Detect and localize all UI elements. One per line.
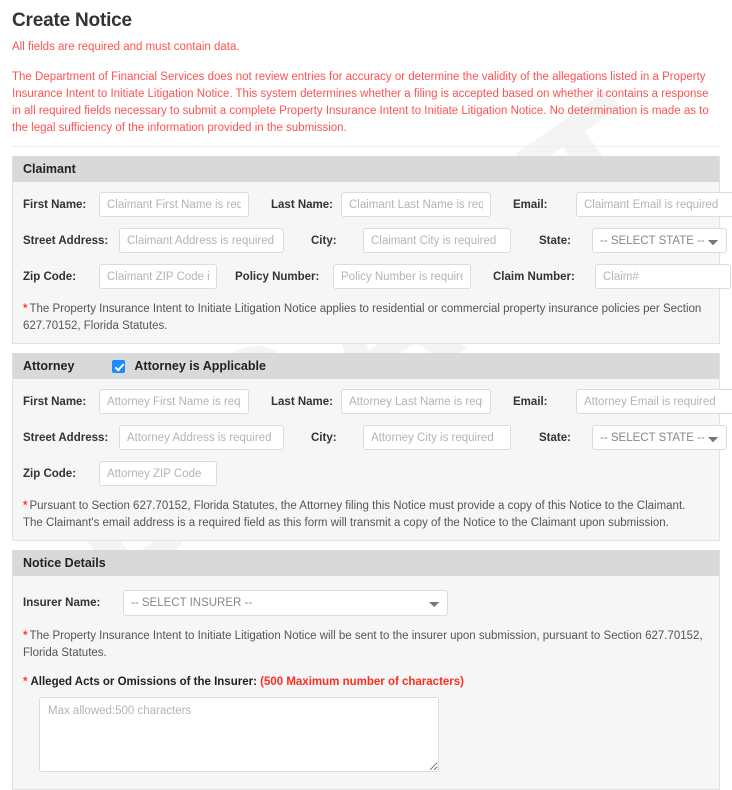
attorney-state-label: State: (539, 431, 571, 444)
attorney-row-3: Zip Code: (23, 461, 709, 486)
notice-details-panel-header: Notice Details (13, 550, 719, 576)
attorney-applicable-group: Attorney is Applicable (112, 359, 266, 373)
attorney-email-input[interactable] (576, 389, 732, 414)
claimant-panel-header: Claimant (13, 156, 719, 182)
claimant-panel-body: First Name: Last Name: Email: Street Add… (13, 182, 732, 343)
insurer-name-select[interactable]: -- SELECT INSURER -- (123, 590, 448, 616)
page-title: Create Notice (12, 10, 132, 31)
insurer-name-label: Insurer Name: (23, 597, 101, 609)
attorney-state-select[interactable]: -- SELECT STATE -- (592, 425, 727, 450)
claimant-claim-number-label: Claim Number: (493, 270, 575, 283)
insurer-name-row: Insurer Name: -- SELECT INSURER -- (23, 590, 709, 616)
attorney-footnote-text: Pursuant to Section 627.70152, Florida S… (23, 500, 686, 529)
notice-details-panel-body: Insurer Name: -- SELECT INSURER -- * The … (13, 576, 719, 789)
alleged-acts-max-chars-note: (500 Maximum number of characters) (260, 676, 464, 688)
claimant-last-name-input[interactable] (341, 192, 491, 217)
claimant-policy-number-input[interactable] (333, 264, 471, 289)
attorney-city-label: City: (311, 431, 337, 444)
claimant-footnote: * The Property Insurance Intent to Initia… (23, 301, 709, 335)
alleged-acts-label-text: Alleged Acts or Omissions of the Insurer… (30, 676, 257, 688)
alleged-acts-textarea-wrap (23, 697, 709, 775)
claimant-city-input[interactable] (363, 228, 511, 253)
attorney-street-address-label: Street Address: (23, 431, 109, 444)
attorney-city-input[interactable] (363, 425, 511, 450)
notice-details-header-title: Notice Details (23, 556, 106, 570)
attorney-applicable-label: Attorney is Applicable (134, 359, 266, 373)
claimant-row-3: Zip Code: Policy Number: Claim Number: (23, 264, 731, 289)
claimant-email-input[interactable] (576, 192, 732, 217)
create-notice-page: Create Notice All fields are required an… (0, 10, 732, 790)
required-fields-note: All fields are required and must contain… (12, 41, 240, 53)
attorney-last-name-label: Last Name: (271, 395, 333, 408)
claimant-panel: Claimant First Name: Last Name: Email: S… (12, 156, 732, 344)
attorney-panel-header: Attorney Attorney is Applicable (13, 353, 719, 379)
attorney-zip-code-input[interactable] (99, 461, 217, 486)
notice-details-panel: Notice Details Insurer Name: -- SELECT I… (12, 550, 720, 790)
alleged-acts-textarea[interactable] (39, 697, 439, 772)
attorney-last-name-input[interactable] (341, 389, 491, 414)
claimant-street-address-input[interactable] (119, 228, 284, 253)
claimant-row-2: Street Address: City: State: -- SELECT S… (23, 228, 727, 253)
claimant-header-title: Claimant (23, 162, 76, 176)
attorney-row-2: Street Address: City: State: -- SELECT S… (23, 425, 727, 450)
claimant-last-name-label: Last Name: (271, 198, 333, 211)
claimant-street-address-label: Street Address: (23, 234, 109, 247)
claimant-state-select[interactable]: -- SELECT STATE -- (592, 228, 727, 253)
attorney-header-title: Attorney (23, 359, 75, 373)
attorney-panel: Attorney Attorney is Applicable First Na… (12, 353, 732, 541)
alleged-acts-label: * Alleged Acts or Omissions of the Insure… (23, 676, 709, 688)
claimant-footnote-text: The Property Insurance Intent to Initiat… (23, 303, 702, 332)
claimant-email-label: Email: (513, 198, 548, 211)
attorney-row-1: First Name: Last Name: Email: (23, 389, 732, 414)
claimant-first-name-label: First Name: (23, 198, 87, 211)
claimant-policy-number-label: Policy Number: (235, 270, 320, 283)
claimant-claim-number-input[interactable] (595, 264, 731, 289)
claimant-first-name-input[interactable] (99, 192, 249, 217)
attorney-first-name-input[interactable] (99, 389, 249, 414)
claimant-footnote-star: * (23, 303, 28, 315)
disclaimer-text: The Department of Financial Services doe… (12, 71, 709, 134)
attorney-zip-code-label: Zip Code: (23, 467, 77, 480)
notice-details-footnote-text: The Property Insurance Intent to Initiat… (23, 630, 703, 659)
header-divider (12, 146, 720, 147)
claimant-zip-code-input[interactable] (99, 264, 217, 289)
notice-details-footnote-star: * (23, 630, 28, 642)
claimant-row-1: First Name: Last Name: Email: (23, 192, 732, 217)
claimant-zip-code-label: Zip Code: (23, 270, 77, 283)
claimant-state-label: State: (539, 234, 571, 247)
claimant-city-label: City: (311, 234, 337, 247)
attorney-panel-body: First Name: Last Name: Email: Street Add… (13, 379, 732, 540)
attorney-footnote-star: * (23, 500, 28, 512)
attorney-first-name-label: First Name: (23, 395, 87, 408)
attorney-footnote: * Pursuant to Section 627.70152, Florida … (23, 498, 709, 532)
attorney-street-address-input[interactable] (119, 425, 284, 450)
attorney-email-label: Email: (513, 395, 548, 408)
alleged-acts-star: * (23, 676, 28, 688)
attorney-applicable-checkbox[interactable] (112, 359, 126, 373)
